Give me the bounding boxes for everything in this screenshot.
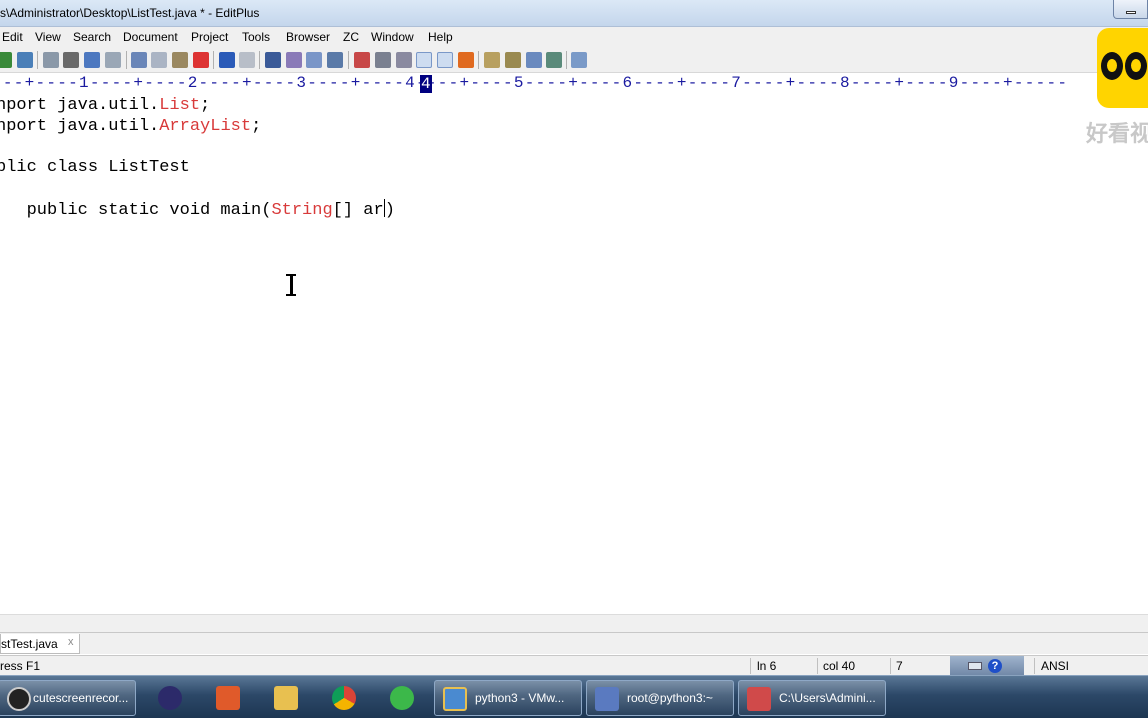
putty-icon	[595, 687, 619, 711]
hbuilder-icon	[216, 686, 240, 710]
replace-icon[interactable]	[286, 52, 302, 68]
watermark-text: 好看视	[1086, 121, 1148, 146]
ruler-scale: ---+----1----+----2----+----3----+----4-…	[0, 74, 1069, 92]
toolbar-separator	[566, 51, 567, 69]
taskbar-item-cutescreenrecorder[interactable]: cutescreenrecor...	[0, 680, 136, 716]
word-wrap-icon[interactable]	[396, 52, 412, 68]
menu-bar: Edit View Search Document Project Tools …	[0, 27, 1148, 47]
taskbar-item-file-explorer[interactable]	[260, 680, 312, 716]
redo-icon[interactable]	[239, 52, 255, 68]
status-encoding: ANSI	[1041, 659, 1070, 673]
taskbar-item-chrome[interactable]	[318, 680, 370, 716]
menu-zc[interactable]: ZC	[343, 30, 359, 44]
taskbar-item-hbuilder[interactable]	[202, 680, 254, 716]
close-tab-icon[interactable]: x	[68, 636, 74, 648]
ruler: ---+----1----+----2----+----3----+----4-…	[0, 74, 1148, 93]
hex-view-icon[interactable]	[375, 52, 391, 68]
menu-search[interactable]: Search	[73, 30, 111, 44]
help-icon[interactable]: ?	[988, 659, 1002, 673]
menu-browser[interactable]: Browser	[286, 30, 330, 44]
windows-taskbar: cutescreenrecor... python3 - VMw... root…	[0, 675, 1148, 718]
code-line[interactable]: nport java.util.List;	[0, 96, 210, 117]
goto-line-icon[interactable]	[327, 52, 343, 68]
status-line: ln 6	[757, 659, 777, 673]
fullscreen-icon[interactable]	[546, 52, 562, 68]
code-line[interactable]: blic class ListTest	[0, 158, 190, 179]
spellcheck-icon[interactable]	[84, 52, 100, 68]
taskbar-item-eclipse[interactable]	[144, 680, 196, 716]
keyboard-icon[interactable]	[968, 662, 982, 670]
minimize-button[interactable]	[1113, 0, 1148, 19]
print-preview-icon[interactable]	[43, 52, 59, 68]
font-icon[interactable]	[354, 52, 370, 68]
find-in-files-icon[interactable]	[306, 52, 322, 68]
print-icon[interactable]	[63, 52, 79, 68]
menu-document[interactable]: Document	[123, 30, 178, 44]
code-editor[interactable]: nport java.util.List; nport java.util.Ar…	[0, 94, 1148, 614]
delete-icon[interactable]	[193, 52, 209, 68]
check-icon[interactable]	[458, 52, 474, 68]
ibeam-cursor-icon	[286, 274, 296, 296]
taskbar-item-putty[interactable]: root@python3:~	[586, 680, 734, 716]
save-icon[interactable]	[0, 52, 12, 68]
directory-window-icon[interactable]	[484, 52, 500, 68]
file-explorer-icon	[274, 686, 298, 710]
menu-tools[interactable]: Tools	[242, 30, 270, 44]
cliptext-window-icon[interactable]	[505, 52, 521, 68]
menu-window[interactable]: Window	[371, 30, 414, 44]
language-bar[interactable]: ?	[950, 656, 1024, 676]
paste-icon[interactable]	[172, 52, 188, 68]
tab-listtest-java[interactable]: stTest.java x	[0, 634, 80, 654]
toolbar-separator	[478, 51, 479, 69]
toolbar-separator	[126, 51, 127, 69]
toolbar-separator	[259, 51, 260, 69]
editplus-icon	[747, 687, 771, 711]
menu-help[interactable]: Help	[428, 30, 453, 44]
horizontal-scrollbar[interactable]	[0, 614, 1148, 632]
toolbar	[0, 47, 1148, 73]
taskbar-item-refresh[interactable]	[376, 680, 428, 716]
toolbar-separator	[37, 51, 38, 69]
minimize-icon	[1126, 11, 1136, 14]
window-title: s\Administrator\Desktop\ListTest.java * …	[0, 6, 260, 20]
menu-view[interactable]: View	[35, 30, 61, 44]
green-refresh-icon	[390, 686, 414, 710]
status-extra: 7	[896, 659, 903, 673]
help-pointer-icon[interactable]	[571, 52, 587, 68]
watermark-logo	[1097, 28, 1148, 108]
ruler-column-marker: 4	[420, 75, 432, 93]
eclipse-icon	[158, 686, 182, 710]
document-tab-bar: stTest.java x	[0, 632, 1148, 654]
undo-icon[interactable]	[219, 52, 235, 68]
code-line[interactable]: public static void main(String[] ar)	[0, 199, 395, 220]
output-window-icon[interactable]	[526, 52, 542, 68]
cut-icon[interactable]	[131, 52, 147, 68]
menu-project[interactable]: Project	[191, 30, 228, 44]
status-column: col 40	[823, 659, 856, 673]
taskbar-item-editplus[interactable]: C:\Users\Admini...	[738, 680, 886, 716]
ruler-icon[interactable]	[437, 52, 453, 68]
code-line[interactable]: nport java.util.ArrayList;	[0, 117, 261, 138]
toolbar-separator	[348, 51, 349, 69]
film-reel-icon	[7, 687, 31, 711]
status-help-text: ress F1	[0, 659, 41, 673]
line-number-icon[interactable]	[416, 52, 432, 68]
browser-view-icon[interactable]	[105, 52, 121, 68]
save-all-icon[interactable]	[17, 52, 33, 68]
toolbar-separator	[213, 51, 214, 69]
copy-icon[interactable]	[151, 52, 167, 68]
menu-edit[interactable]: Edit	[2, 30, 23, 44]
taskbar-item-vmware[interactable]: python3 - VMw...	[434, 680, 582, 716]
title-bar: s\Administrator\Desktop\ListTest.java * …	[0, 0, 1148, 27]
vmware-icon	[443, 687, 467, 711]
status-bar: ress F1 ln 6 col 40 7 ? ANSI	[0, 655, 1148, 676]
chrome-icon	[332, 686, 356, 710]
tab-label: stTest.java	[1, 637, 58, 651]
find-icon[interactable]	[265, 52, 281, 68]
